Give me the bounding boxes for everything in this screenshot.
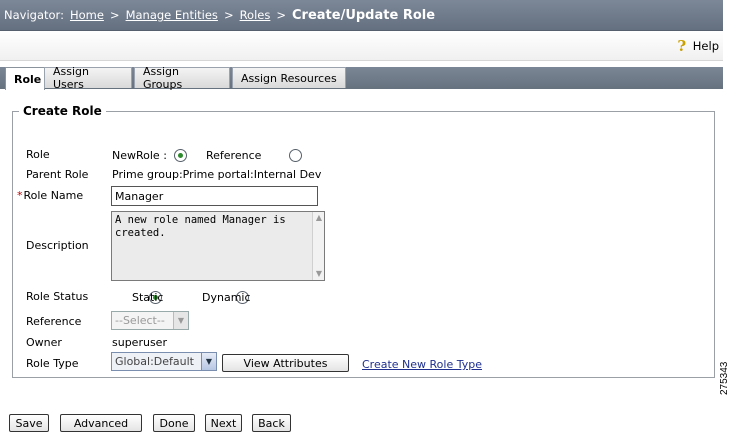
role-type-select[interactable]: Global:Default ▼ bbox=[111, 352, 217, 371]
reference-select-value: --Select-- bbox=[115, 314, 165, 327]
navigator-bar: Navigator: Home > Manage Entities > Role… bbox=[0, 0, 723, 31]
advanced-button[interactable]: Advanced bbox=[60, 414, 142, 432]
role-name-label: *Role Name bbox=[17, 189, 83, 202]
newrole-radio[interactable] bbox=[174, 148, 187, 162]
reference-select[interactable]: --Select-- ▼ bbox=[111, 311, 189, 330]
required-marker: * bbox=[17, 189, 23, 202]
create-role-legend: Create Role bbox=[19, 104, 106, 118]
view-attributes-button[interactable]: View Attributes bbox=[222, 354, 349, 372]
newrole-option-label: NewRole : bbox=[112, 149, 167, 162]
chevron-down-icon: ▼ bbox=[201, 353, 216, 370]
description-box: A new role named Manager is created. ▲ ▼ bbox=[111, 211, 325, 281]
breadcrumb-separator: > bbox=[109, 8, 120, 22]
tab-strip: Role Assign Users Assign Groups Assign R… bbox=[0, 65, 723, 91]
role-name-input[interactable] bbox=[111, 186, 318, 206]
reference-option-label: Reference bbox=[206, 149, 262, 162]
breadcrumb-separator: > bbox=[223, 8, 234, 22]
reference-radio[interactable] bbox=[288, 148, 302, 162]
parent-role-label: Parent Role bbox=[26, 168, 89, 181]
role-name-label-text: Role Name bbox=[23, 189, 84, 202]
chevron-down-icon: ▼ bbox=[173, 312, 188, 329]
breadcrumb-separator: > bbox=[276, 8, 286, 22]
scroll-up-icon[interactable]: ▲ bbox=[313, 212, 325, 224]
help-icon: ? bbox=[677, 37, 687, 55]
help-label: Help bbox=[692, 39, 719, 53]
reference-label: Reference bbox=[26, 315, 82, 328]
navigator-label: Navigator: bbox=[4, 8, 64, 22]
breadcrumb-manage-entities[interactable]: Manage Entities bbox=[126, 8, 218, 22]
parent-role-value: Prime group:Prime portal:Internal Dev bbox=[112, 168, 322, 181]
tab-role[interactable]: Role bbox=[5, 67, 45, 90]
owner-label: Owner bbox=[26, 336, 62, 349]
toolbar: ? Help bbox=[0, 31, 723, 61]
help-link[interactable]: ? Help bbox=[675, 38, 719, 54]
dynamic-option-label: Dynamic bbox=[202, 291, 251, 304]
tab-assign-groups[interactable]: Assign Groups bbox=[134, 65, 230, 91]
create-new-role-type-link[interactable]: Create New Role Type bbox=[362, 358, 482, 371]
next-button[interactable]: Next bbox=[205, 414, 242, 432]
role-type-select-value: Global:Default bbox=[115, 355, 194, 368]
static-option-label: Static bbox=[132, 291, 164, 304]
owner-value: superuser bbox=[112, 336, 167, 349]
save-button[interactable]: Save bbox=[9, 414, 49, 432]
role-status-label: Role Status bbox=[26, 290, 89, 303]
description-label: Description bbox=[26, 239, 89, 252]
breadcrumb-home[interactable]: Home bbox=[70, 8, 104, 22]
description-scrollbar[interactable]: ▲ ▼ bbox=[312, 212, 324, 280]
tab-assign-users[interactable]: Assign Users bbox=[44, 65, 132, 91]
role-label: Role bbox=[26, 148, 50, 161]
done-button[interactable]: Done bbox=[153, 414, 195, 432]
back-button[interactable]: Back bbox=[252, 414, 291, 432]
scroll-down-icon[interactable]: ▼ bbox=[313, 268, 325, 280]
role-type-label: Role Type bbox=[26, 357, 79, 370]
figure-id: 275343 bbox=[719, 361, 730, 395]
breadcrumb-roles[interactable]: Roles bbox=[240, 8, 271, 22]
description-textarea[interactable]: A new role named Manager is created. bbox=[111, 211, 325, 281]
page-title: Create/Update Role bbox=[292, 7, 436, 23]
tab-assign-resources[interactable]: Assign Resources bbox=[232, 67, 346, 88]
